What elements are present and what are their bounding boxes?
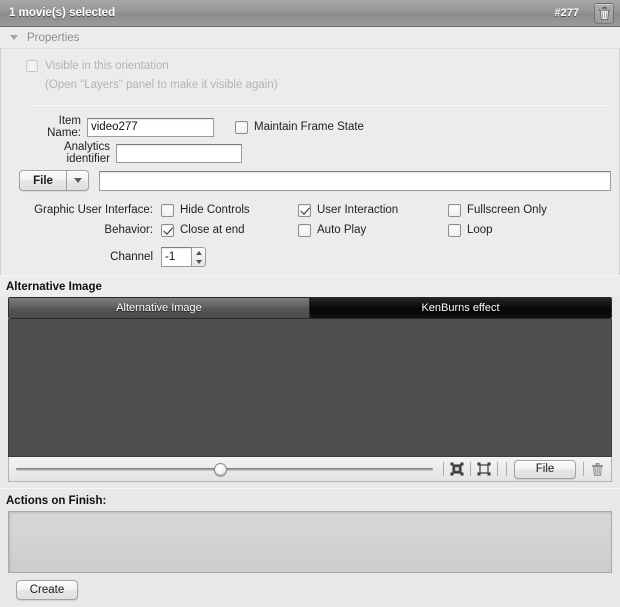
- fit-image-outline-button[interactable]: [475, 460, 493, 478]
- alternative-image-title: Alternative Image: [0, 276, 620, 297]
- toolbar-divider: [506, 462, 507, 476]
- visible-orientation-hint: (Open "Layers" panel to make it visible …: [45, 79, 278, 91]
- hide-controls-label: Hide Controls: [180, 204, 250, 216]
- properties-header-label: Properties: [27, 31, 80, 44]
- channel-stepper-buttons[interactable]: [191, 247, 206, 267]
- alternative-image-preview[interactable]: [8, 319, 612, 457]
- triangle-down-icon[interactable]: [195, 259, 202, 264]
- visible-in-orientation-label: Visible in this orientation: [45, 60, 169, 72]
- visible-orientation-row: Visible in this orientation (Open "Layer…: [1, 49, 619, 97]
- file-source-row: File: [1, 164, 619, 197]
- actions-on-finish-section: Actions on Finish: Create: [0, 489, 620, 600]
- triangle-down-icon: [10, 35, 18, 40]
- delete-item-button[interactable]: [594, 2, 614, 24]
- channel-input[interactable]: [161, 247, 191, 267]
- file-path-input[interactable]: [99, 170, 611, 191]
- maintain-frame-state-control[interactable]: Maintain Frame State: [235, 120, 364, 134]
- analytics-identifier-input[interactable]: [116, 143, 242, 163]
- fit-image-filled-button[interactable]: [448, 460, 466, 478]
- fit-image-filled-icon: [450, 462, 464, 476]
- alternative-image-tabs: Alternative Image KenBurns effect: [8, 297, 612, 319]
- panel-titlebar: 1 movie(s) selected #277: [0, 0, 620, 27]
- alternative-image-section: Alternative Image Alternative Image KenB…: [0, 276, 620, 482]
- titlebar-divider: [586, 4, 587, 22]
- loop-checkbox[interactable]: [448, 223, 461, 237]
- file-button[interactable]: File: [19, 170, 67, 191]
- maintain-frame-state-checkbox[interactable]: [235, 120, 248, 134]
- create-action-button[interactable]: Create: [16, 580, 78, 600]
- movie-options-grid: Graphic User Interface: Hide Controls Us…: [1, 197, 619, 244]
- close-at-end-control[interactable]: Close at end: [161, 223, 298, 237]
- close-at-end-label: Close at end: [180, 224, 245, 236]
- actions-on-finish-title: Actions on Finish:: [6, 495, 107, 507]
- triangle-up-icon[interactable]: [195, 250, 202, 255]
- auto-play-checkbox[interactable]: [298, 223, 311, 237]
- channel-label: Channel: [110, 251, 153, 263]
- item-name-label: Item Name:: [47, 115, 81, 139]
- maintain-frame-state-label: Maintain Frame State: [254, 121, 364, 133]
- hide-controls-checkbox[interactable]: [161, 203, 174, 217]
- panel-title: 1 movie(s) selected: [9, 7, 116, 19]
- fullscreen-only-label: Fullscreen Only: [467, 204, 547, 216]
- close-at-end-checkbox[interactable]: [161, 223, 174, 237]
- item-name-input[interactable]: [87, 117, 214, 137]
- trash-icon: [591, 462, 603, 476]
- file-dropdown-button[interactable]: [67, 170, 89, 191]
- gui-options-row: Graphic User Interface: Hide Controls Us…: [1, 200, 619, 220]
- slider-thumb[interactable]: [214, 463, 228, 476]
- alternative-image-delete-button[interactable]: [588, 460, 606, 479]
- properties-section-body: Visible in this orientation (Open "Layer…: [0, 49, 620, 275]
- loop-control[interactable]: Loop: [448, 223, 588, 237]
- user-interaction-control[interactable]: User Interaction: [298, 203, 448, 217]
- user-interaction-label: User Interaction: [317, 204, 399, 216]
- fullscreen-only-control[interactable]: Fullscreen Only: [448, 203, 588, 217]
- chevron-down-icon: [73, 178, 82, 183]
- auto-play-control[interactable]: Auto Play: [298, 223, 448, 237]
- tab-alternative-image[interactable]: Alternative Image: [9, 298, 310, 318]
- analytics-identifier-row: Analytics identifier: [1, 141, 619, 165]
- actions-on-finish-list[interactable]: [8, 511, 612, 573]
- user-interaction-checkbox[interactable]: [298, 203, 311, 217]
- fullscreen-only-checkbox[interactable]: [448, 203, 461, 217]
- analytics-identifier-label: Analytics identifier: [63, 141, 110, 165]
- toolbar-divider: [470, 462, 471, 476]
- loop-label: Loop: [467, 224, 493, 236]
- toolbar-divider: [497, 462, 498, 476]
- gui-options-label: Graphic User Interface:: [34, 204, 153, 216]
- properties-section-header[interactable]: Properties: [0, 27, 620, 49]
- movie-properties-panel: 1 movie(s) selected #277 Properties Visi…: [0, 0, 620, 607]
- behavior-options-row: Behavior: Close at end Auto Play Loop: [1, 220, 619, 240]
- item-id-badge: #277: [554, 7, 579, 19]
- channel-stepper[interactable]: [161, 247, 206, 267]
- toolbar-divider: [583, 462, 584, 476]
- hide-controls-control[interactable]: Hide Controls: [161, 203, 298, 217]
- behavior-options-label: Behavior:: [104, 224, 153, 236]
- auto-play-label: Auto Play: [317, 224, 367, 236]
- alternative-image-toolbar: File: [8, 457, 612, 482]
- visible-in-orientation-checkbox: [26, 60, 38, 72]
- properties-divider: [29, 105, 609, 106]
- trash-icon: [598, 6, 610, 20]
- create-action-row: Create: [0, 573, 620, 600]
- item-name-row: Item Name: Maintain Frame State: [1, 115, 619, 139]
- toolbar-divider: [443, 462, 444, 476]
- channel-row: Channel: [1, 245, 619, 269]
- image-scale-slider[interactable]: [14, 460, 435, 478]
- alternative-image-file-button[interactable]: File: [514, 459, 576, 479]
- tab-kenburns-effect[interactable]: KenBurns effect: [310, 298, 611, 318]
- fit-image-outline-icon: [477, 462, 491, 476]
